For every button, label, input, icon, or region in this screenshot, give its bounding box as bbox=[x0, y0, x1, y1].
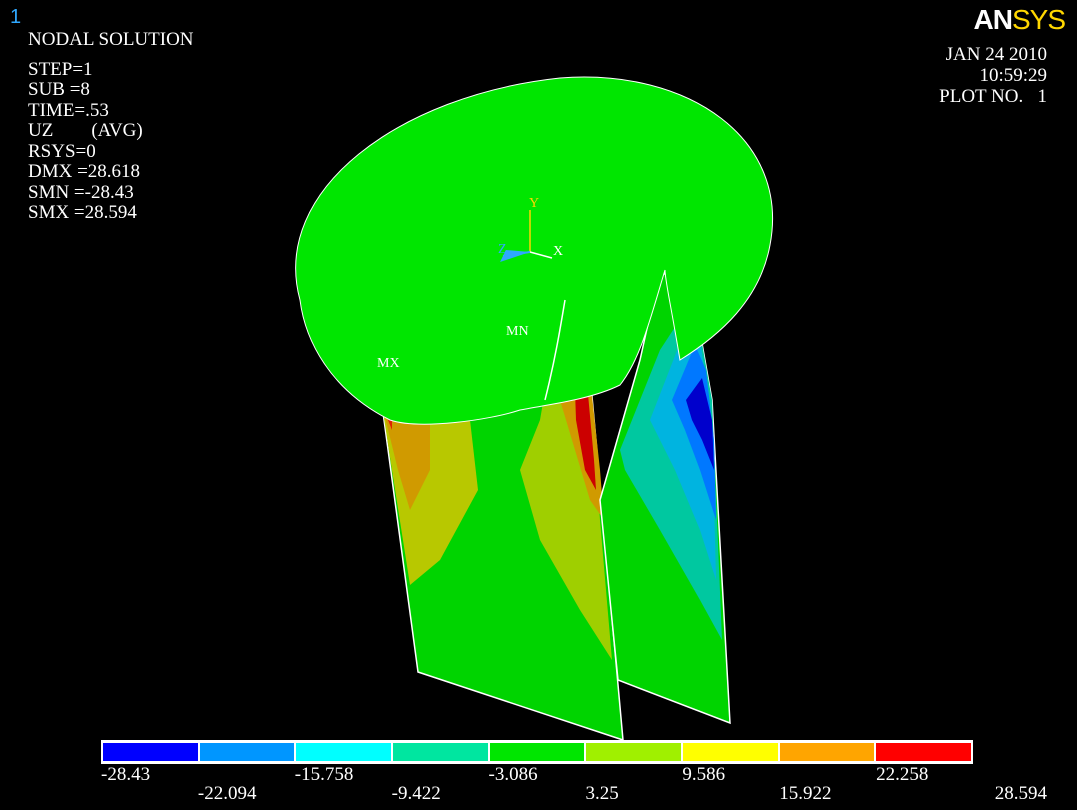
info-smn: SMN =-28.43 bbox=[28, 181, 134, 203]
plot-date: JAN 24 2010 bbox=[945, 44, 1047, 65]
legend-swatch bbox=[489, 743, 585, 761]
info-dmx: DMX =28.618 bbox=[28, 161, 141, 182]
plot-time: 10:59:29 bbox=[979, 65, 1047, 86]
legend-swatch bbox=[103, 743, 198, 761]
legend-swatch bbox=[393, 743, 488, 761]
legend-label-bottom: 28.594 bbox=[994, 783, 1047, 804]
min-marker: MN bbox=[506, 324, 529, 339]
contour-legend-bar bbox=[101, 740, 973, 764]
info-title: NODAL SOLUTION bbox=[28, 29, 194, 50]
legend-swatch bbox=[586, 743, 682, 761]
info-rsys: RSYS=0 bbox=[28, 140, 96, 162]
graphics-window[interactable]: Y X Z MX MN 1 NODAL SOLUTION STEP=1 SUB … bbox=[0, 0, 1077, 810]
legend-label-bottom: -9.422 bbox=[391, 783, 441, 804]
legend-swatch bbox=[876, 743, 972, 761]
triad-x-label: X bbox=[553, 244, 564, 259]
plot-number: PLOT NO. 1 bbox=[939, 86, 1047, 107]
legend-label-top: 9.586 bbox=[682, 764, 726, 785]
legend-label-top: -15.758 bbox=[294, 764, 354, 785]
legend-label-bottom: -22.094 bbox=[197, 783, 257, 804]
legend-swatch bbox=[683, 743, 778, 761]
legend-swatch bbox=[779, 743, 875, 761]
solution-info: NODAL SOLUTION STEP=1 SUB =8 TIME=.53 UZ… bbox=[28, 29, 194, 224]
max-marker: MX bbox=[377, 356, 400, 371]
legend-label-bottom: 3.25 bbox=[585, 783, 619, 804]
info-step: STEP=1 bbox=[28, 58, 93, 80]
info-smx: SMX =28.594 bbox=[28, 202, 137, 223]
window-number: 1 bbox=[10, 6, 22, 28]
info-sub: SUB =8 bbox=[28, 79, 90, 100]
legend-label-top: -28.43 bbox=[101, 764, 151, 785]
legend-label-bottom: 15.922 bbox=[779, 783, 832, 804]
info-result: UZ (AVG) bbox=[28, 120, 143, 141]
triad-y-label: Y bbox=[529, 196, 540, 211]
info-time: TIME=.53 bbox=[28, 99, 109, 121]
plot-stamp: JAN 24 2010 10:59:29 PLOT NO. 1 bbox=[939, 44, 1047, 107]
ansys-logo: ANSYS bbox=[973, 4, 1066, 35]
legend-label-top: -3.086 bbox=[488, 764, 538, 785]
legend-swatch bbox=[296, 743, 392, 761]
legend-label-top: 22.258 bbox=[876, 764, 929, 785]
triad-z-label: Z bbox=[498, 242, 507, 257]
legend-swatch bbox=[199, 743, 295, 761]
